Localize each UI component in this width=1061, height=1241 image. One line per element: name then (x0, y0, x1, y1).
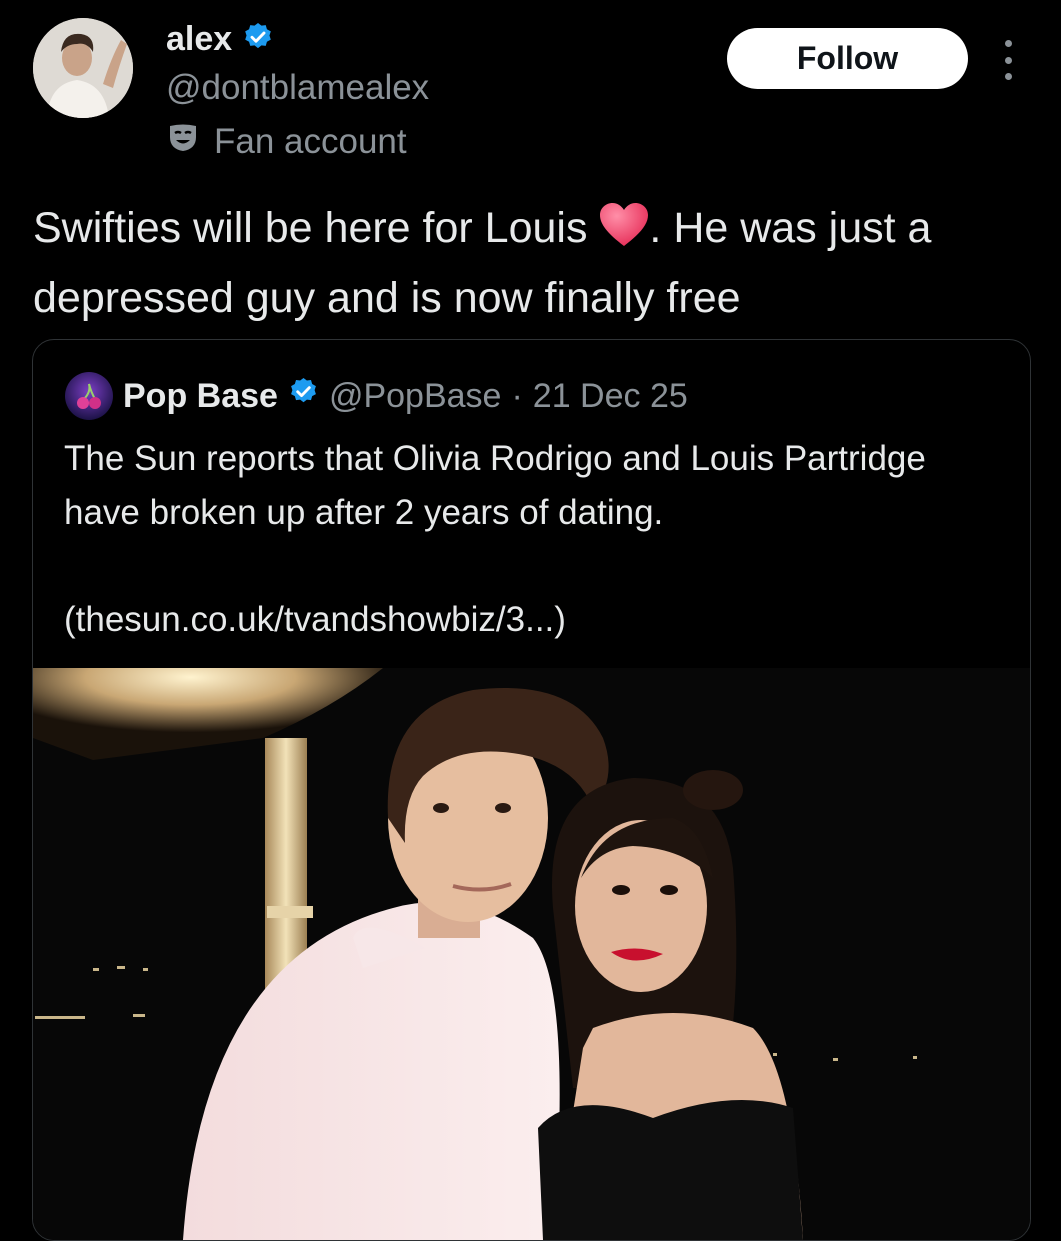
fan-account-label-row: Fan account (166, 122, 407, 162)
quoted-author-name[interactable]: Pop Base (123, 377, 278, 416)
red-heart-icon (599, 202, 649, 266)
fan-account-label: Fan account (214, 122, 407, 161)
more-options-icon[interactable] (996, 40, 1020, 80)
meta-separator: · (511, 376, 523, 415)
quoted-author-handle[interactable]: @PopBase (329, 377, 502, 416)
tweet-text-part-1: Swifties will be here for Louis (33, 204, 600, 252)
quoted-tweet-header: Pop Base @PopBase · 21 Dec 25 (65, 372, 688, 420)
author-name-row: alex (166, 20, 274, 59)
verified-badge-icon (242, 21, 274, 58)
quoted-date: 21 Dec 25 (532, 376, 688, 415)
follow-button[interactable]: Follow (727, 28, 968, 89)
theater-mask-icon (166, 122, 200, 162)
quoted-tweet-card[interactable]: Pop Base @PopBase · 21 Dec 25 The Sun re… (32, 339, 1031, 1241)
quoted-tweet-link[interactable]: (thesun.co.uk/tvandshowbiz/3...) (64, 593, 566, 647)
author-name[interactable]: alex (166, 20, 232, 59)
author-handle[interactable]: @dontblamealex (166, 68, 429, 108)
author-avatar[interactable] (33, 18, 133, 118)
quoted-tweet-photo[interactable] (33, 668, 1030, 1240)
tweet-text: Swifties will be here for Louis . He was… (33, 196, 1033, 330)
quoted-verified-badge-icon (288, 376, 319, 416)
quoted-author-avatar[interactable] (65, 372, 113, 420)
quoted-tweet-text: The Sun reports that Olivia Rodrigo and … (64, 439, 926, 532)
